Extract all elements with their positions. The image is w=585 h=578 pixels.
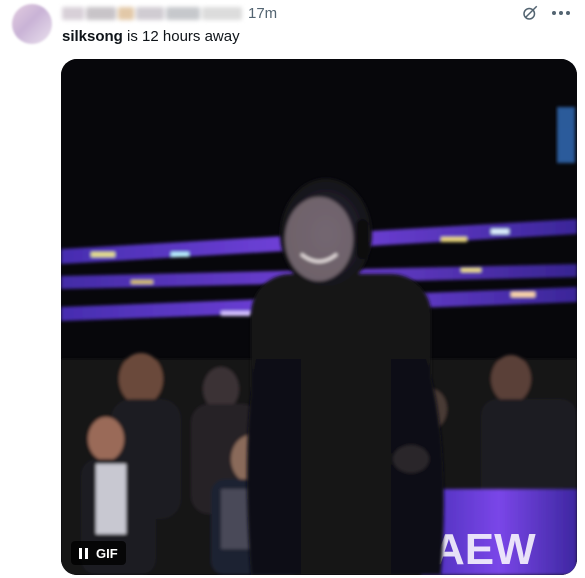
post-text-highlight: silksong: [62, 28, 123, 45]
arena-logo: AEW: [433, 525, 536, 574]
blurred-user-name[interactable]: [62, 6, 242, 20]
post-timestamp[interactable]: 17m: [248, 5, 277, 22]
gif-label: GIF: [96, 545, 118, 561]
avatar[interactable]: [12, 4, 52, 44]
pause-icon[interactable]: [79, 547, 88, 559]
more-icon[interactable]: [551, 10, 571, 16]
post-header: 17m: [62, 2, 277, 24]
gif-badge[interactable]: GIF: [71, 541, 126, 565]
post-text: silksong is 12 hours away: [62, 27, 240, 47]
gif-media[interactable]: AEW GIF: [61, 59, 577, 575]
post-text-rest: is 12 hours away: [122, 28, 240, 45]
post-actions-top: [521, 4, 571, 22]
grok-icon[interactable]: [521, 4, 539, 22]
gif-frame: AEW: [61, 59, 577, 575]
